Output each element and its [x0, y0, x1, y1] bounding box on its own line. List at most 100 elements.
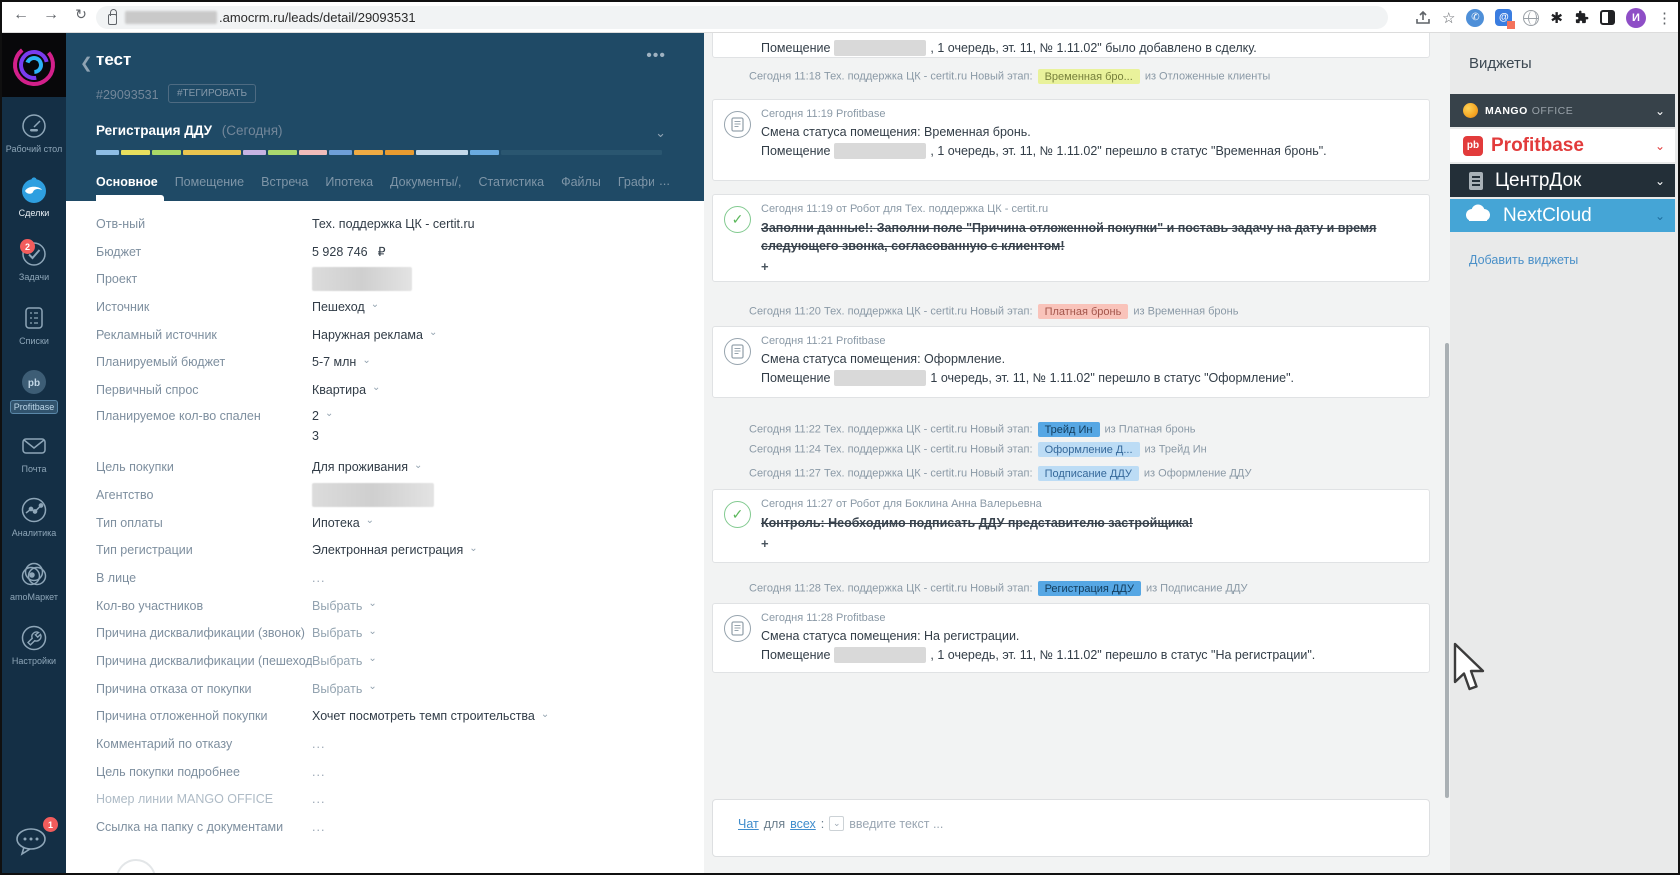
profile-avatar[interactable]: И: [1626, 7, 1646, 28]
field-select[interactable]: Выбрать ⌄: [312, 681, 377, 696]
chat-badge: 1: [43, 817, 58, 832]
chat-link[interactable]: Чат: [738, 817, 759, 831]
chat-input-box[interactable]: Чат для всех : ⌄ введите текст ...: [712, 799, 1430, 857]
chat-audience-link[interactable]: всех: [790, 817, 816, 831]
note-title: Смена статуса помещения: Оформление.: [761, 352, 1006, 366]
tab-файлы[interactable]: Файлы: [561, 173, 601, 201]
field-empty-value[interactable]: ...: [312, 571, 325, 585]
widget-nextcloud[interactable]: NextCloud ⌄: [1450, 199, 1675, 232]
field-row: Проект: [96, 265, 704, 293]
field-select[interactable]: Квартира ⌄: [312, 382, 380, 397]
task-add-result-button[interactable]: +: [761, 536, 1413, 551]
tab-встреча[interactable]: Встреча: [261, 173, 308, 201]
widget-chevron-down-icon[interactable]: ⌄: [1655, 209, 1665, 223]
back-chevron-icon[interactable]: ❮: [80, 54, 93, 72]
asterisk-extension-icon[interactable]: ✱: [1550, 9, 1563, 27]
tabs-overflow-icon[interactable]: ...: [659, 173, 670, 188]
chevron-down-icon: ⌄: [413, 459, 423, 471]
tab-основное[interactable]: Основное: [96, 173, 164, 201]
tab-ипотека[interactable]: Ипотека: [325, 173, 373, 201]
widget-chevron-down-icon[interactable]: ⌄: [1655, 139, 1665, 153]
bookmark-star-icon[interactable]: ☆: [1442, 9, 1455, 27]
tab-статистика[interactable]: Статистика: [478, 173, 544, 201]
sidebar-item-amomarket[interactable]: amoМаркет: [2, 553, 66, 617]
amocrm-extension-icon[interactable]: @: [1495, 9, 1516, 29]
field-value: Для проживания ⌄: [312, 459, 423, 475]
field-row: Тип регистрации Электронная регистрация ⌄: [96, 536, 704, 564]
task-check-icon[interactable]: ✓: [724, 206, 751, 233]
add-widgets-link[interactable]: Добавить виджеты: [1469, 253, 1578, 267]
browser-reload-icon[interactable]: ↻: [70, 6, 92, 23]
lead-menu-icon[interactable]: •••: [646, 47, 666, 65]
support-chat-icon[interactable]: 1: [14, 817, 58, 859]
chat-input-placeholder[interactable]: введите текст ...: [849, 817, 943, 831]
note-text: Помещение: [761, 41, 831, 55]
browser-back-icon[interactable]: ←: [10, 6, 32, 24]
address-bar[interactable]: .amocrm.ru/leads/detail/29093531: [96, 6, 1388, 29]
timeline-scrollbar[interactable]: [1445, 343, 1449, 798]
note-title: Смена статуса помещения: На регистрации.: [761, 629, 1020, 643]
sidebar-item-profitbase[interactable]: pb Profitbase: [2, 361, 66, 425]
widget-chevron-down-icon[interactable]: ⌄: [1655, 174, 1665, 188]
field-row: Первичный спрос Квартира ⌄: [96, 376, 704, 404]
sidebar-item-label: Аналитика: [11, 528, 57, 538]
sidebar-item-analytics[interactable]: Аналитика: [2, 489, 66, 553]
sidebar-item-deals[interactable]: Сделки: [2, 169, 66, 233]
field-row: Кол-во участников Выбрать ⌄: [96, 592, 704, 620]
note-text: 1 очередь, эт. 11, № 1.11.02" перешло в …: [930, 371, 1295, 385]
sidebar-item-tasks[interactable]: 2 Задачи: [2, 233, 66, 297]
stage-selector[interactable]: Регистрация ДДУ (Сегодня): [96, 123, 283, 138]
share-icon[interactable]: [1415, 10, 1431, 26]
field-select[interactable]: 5-7 млн ⌄: [312, 355, 371, 370]
sidebar-item-desktop[interactable]: Рабочий стол: [2, 105, 66, 169]
field-row: Тип оплаты Ипотека ⌄: [96, 509, 704, 537]
task-add-result-button[interactable]: +: [761, 259, 1413, 274]
field-select[interactable]: Для проживания ⌄: [312, 459, 423, 475]
event-author: Тех. поддержка ЦК - certit.ru: [823, 443, 971, 456]
tab-документы-[interactable]: Документы/,: [390, 173, 461, 201]
browser-toolbar: ← → ↻ .amocrm.ru/leads/detail/29093531 ☆…: [2, 2, 1678, 33]
extensions-puzzle-icon[interactable]: [1574, 10, 1589, 25]
browser-menu-icon[interactable]: ⋮: [1657, 9, 1672, 27]
amocrm-logo[interactable]: [2, 33, 66, 97]
stage-chevron-down-icon[interactable]: ⌄: [655, 125, 666, 141]
field-empty-value[interactable]: ...: [312, 792, 325, 806]
field-select[interactable]: Ипотека ⌄: [312, 515, 374, 530]
sidebar-item-lists[interactable]: Списки: [2, 297, 66, 361]
field-row: Комментарий по отказу...: [96, 730, 704, 758]
field-value: 2 ⌄ 3: [312, 408, 333, 443]
field-empty-value[interactable]: ...: [312, 765, 325, 779]
globe-extension-icon[interactable]: [1523, 9, 1540, 26]
widget-profitbase[interactable]: pb Profitbase ⌄: [1450, 129, 1675, 162]
event-author: Тех. поддержка ЦК - certit.ru: [823, 305, 971, 318]
field-empty-value[interactable]: ...: [312, 737, 325, 751]
tag-button[interactable]: #ТЕГИРОВАТЬ: [168, 84, 257, 103]
profitbase-logo-icon: pb: [1463, 135, 1483, 156]
sidebar-item-mail[interactable]: Почта: [2, 425, 66, 489]
document-icon: [724, 111, 751, 138]
browser-forward-icon[interactable]: →: [40, 6, 62, 24]
widget-mango-office[interactable]: MANGO OFFICE ⌄: [1450, 94, 1675, 127]
field-select[interactable]: Выбрать ⌄: [312, 626, 377, 641]
tab-график-плат[interactable]: График плат: [618, 173, 654, 201]
field-label: Первичный спрос: [96, 382, 199, 397]
field-empty-value[interactable]: ...: [312, 820, 325, 834]
widget-chevron-down-icon[interactable]: ⌄: [1655, 104, 1665, 118]
side-panel-icon[interactable]: [1600, 10, 1615, 25]
chat-audience-dropdown-icon[interactable]: ⌄: [829, 816, 845, 831]
field-select[interactable]: 2 ⌄: [312, 408, 333, 423]
tab-помещение[interactable]: Помещение: [175, 173, 244, 201]
sidebar-item-settings[interactable]: Настройки: [2, 617, 66, 681]
task-check-icon[interactable]: ✓: [724, 501, 751, 528]
field-select[interactable]: Выбрать ⌄: [312, 653, 377, 668]
field-select[interactable]: Электронная регистрация ⌄: [312, 543, 478, 558]
field-select[interactable]: Выбрать ⌄: [312, 598, 377, 613]
note-body: Помещение , 1 очередь, эт. 11, № 1.11.02"…: [761, 40, 1257, 56]
sidebar-item-label: Почта: [21, 464, 47, 474]
widget-centrdok[interactable]: ЦентрДок ⌄: [1450, 164, 1675, 197]
phone-extension-icon[interactable]: ✆: [1466, 8, 1485, 27]
field-select[interactable]: Наружная реклама ⌄: [312, 327, 437, 342]
task-body: Сегодня 11:19 от Робот для Тех. поддержк…: [761, 203, 1413, 274]
field-select[interactable]: Пешеход ⌄: [312, 299, 379, 314]
field-select[interactable]: Хочет посмотреть темп строительства ⌄: [312, 709, 549, 724]
